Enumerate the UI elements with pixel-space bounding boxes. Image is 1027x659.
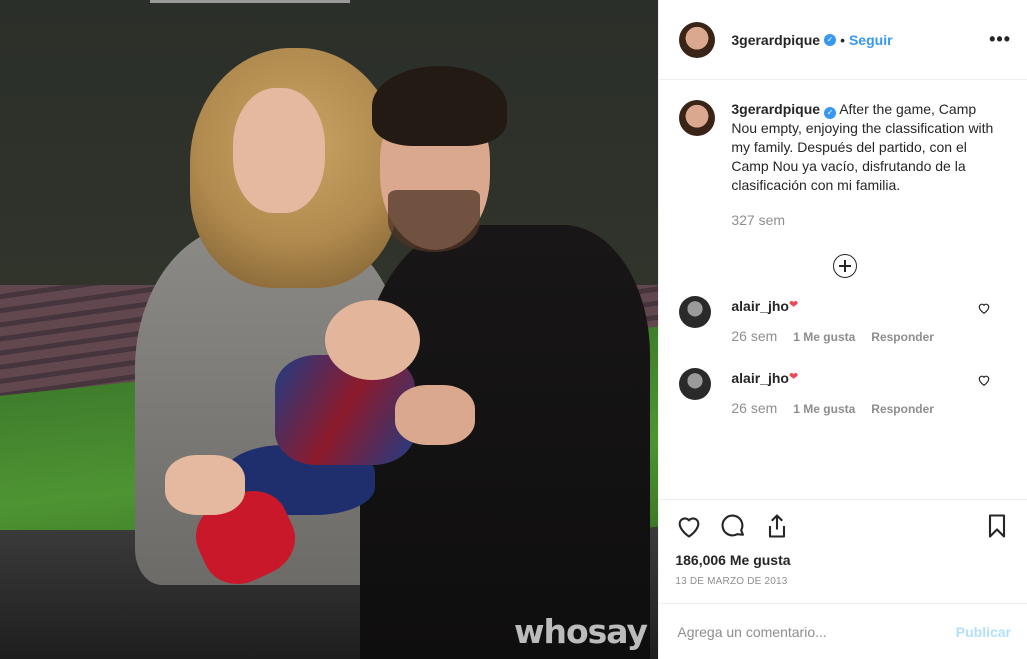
verified-icon: ✓ <box>824 107 837 119</box>
red-heart-emoji: ❤ <box>788 299 799 311</box>
commenter-username[interactable]: alair_jho <box>731 298 789 314</box>
heart-icon[interactable] <box>675 512 703 540</box>
comment-time[interactable]: 26 sem <box>731 400 777 416</box>
commenter-username[interactable]: alair_jho <box>731 370 789 386</box>
photo-top-strip <box>150 0 350 3</box>
post-photo[interactable]: whosay <box>0 0 659 659</box>
comment-likes[interactable]: 1 Me gusta <box>793 330 855 344</box>
reply-button[interactable]: Responder <box>871 402 934 416</box>
verified-icon: ✓ <box>824 33 837 46</box>
publish-button[interactable]: Publicar <box>956 624 1011 640</box>
comment-meta: 26 sem 1 Me gusta Responder <box>731 328 950 344</box>
comment-line: alair_jho❤ <box>731 298 950 314</box>
man-hair <box>372 66 507 146</box>
post-header: 3gerardpique ✓ • Seguir ••• <box>659 0 1027 80</box>
comment-body: alair_jho❤ 26 sem 1 Me gusta Responder <box>731 296 950 344</box>
bookmark-icon[interactable] <box>983 512 1011 540</box>
reply-button[interactable]: Responder <box>871 330 934 344</box>
likes-count[interactable]: 186,006 Me gusta <box>659 552 1027 568</box>
post-date[interactable]: 13 DE MARZO DE 2013 <box>659 568 1027 587</box>
load-more-comments[interactable] <box>679 254 1011 278</box>
woman-face <box>233 88 325 213</box>
caption-username[interactable]: 3gerardpique <box>731 101 820 117</box>
comment-like-icon[interactable] <box>977 301 991 315</box>
man-beard <box>388 190 480 252</box>
comment-meta: 26 sem 1 Me gusta Responder <box>731 400 950 416</box>
man-hand <box>395 385 475 445</box>
post-side-panel: 3gerardpique ✓ • Seguir ••• 3gerardpique… <box>658 0 1027 659</box>
comment-icon[interactable] <box>719 512 747 540</box>
commenter-avatar[interactable] <box>679 368 712 400</box>
comment-line: alair_jho❤ <box>731 370 950 386</box>
comment-input[interactable] <box>675 622 956 641</box>
load-more-icon[interactable] <box>833 254 858 278</box>
author-username[interactable]: 3gerardpique <box>731 32 820 48</box>
author-avatar[interactable] <box>679 21 716 58</box>
more-options-icon[interactable]: ••• <box>989 29 1011 50</box>
add-comment-bar: Publicar <box>659 603 1027 659</box>
comment-item: alair_jho❤ 26 sem 1 Me gusta Responder <box>679 368 1011 416</box>
commenter-avatar[interactable] <box>679 296 712 328</box>
comment-like-icon[interactable] <box>977 373 991 387</box>
caption-body: 3gerardpique ✓ After the game, Camp Nou e… <box>731 100 997 230</box>
share-icon[interactable] <box>763 512 791 540</box>
caption-time[interactable]: 327 sem <box>731 211 997 230</box>
baby-head <box>325 300 420 380</box>
post-caption: 3gerardpique ✓ After the game, Camp Nou e… <box>679 100 1011 230</box>
caption-author-avatar[interactable] <box>679 100 716 136</box>
post-dialog: whosay 3gerardpique ✓ • Seguir ••• 3gera… <box>0 0 1027 659</box>
red-heart-emoji: ❤ <box>788 371 799 383</box>
follow-button[interactable]: Seguir <box>849 32 893 48</box>
comment-likes[interactable]: 1 Me gusta <box>793 402 855 416</box>
whosay-watermark: whosay <box>514 612 648 651</box>
post-actions <box>659 500 1027 552</box>
comment-body: alair_jho❤ 26 sem 1 Me gusta Responder <box>731 368 950 416</box>
comments-list[interactable]: 3gerardpique ✓ After the game, Camp Nou e… <box>659 80 1027 500</box>
comment-item: alair_jho❤ 26 sem 1 Me gusta Responder <box>679 296 1011 344</box>
woman-hand <box>165 455 245 515</box>
comment-time[interactable]: 26 sem <box>731 328 777 344</box>
header-separator: • <box>840 31 845 48</box>
